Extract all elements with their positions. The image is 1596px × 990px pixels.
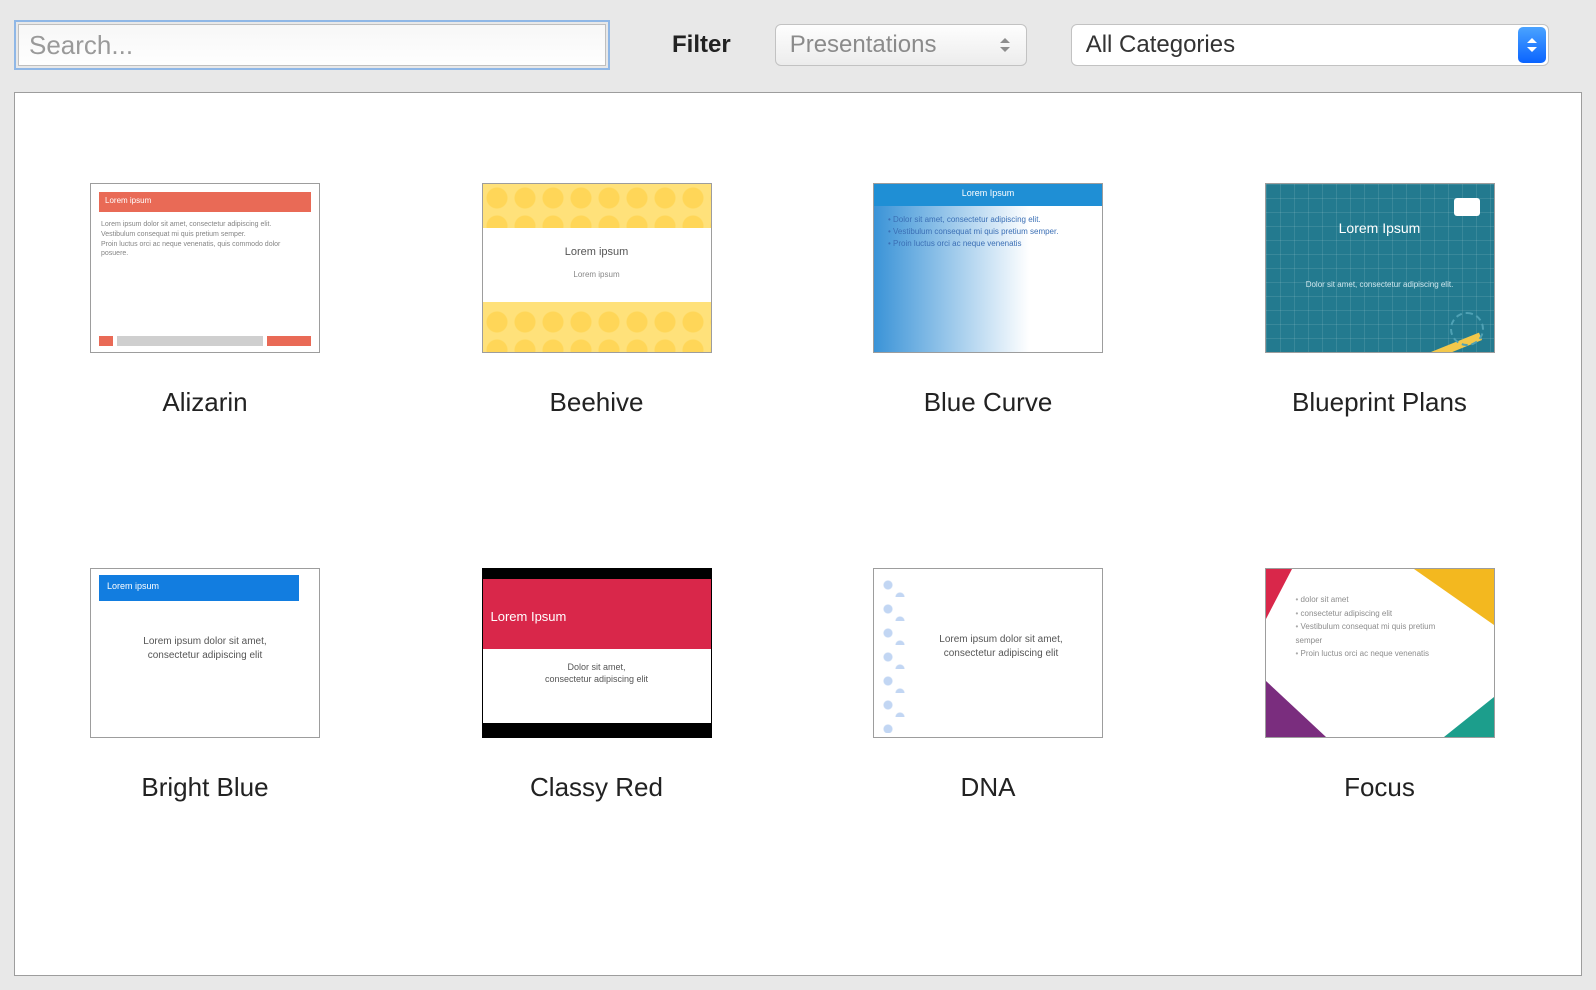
note-icon bbox=[1454, 198, 1480, 216]
template-tile-beehive[interactable]: Lorem ipsum Lorem ipsum Beehive bbox=[467, 183, 727, 418]
slide-subtitle: Lorem ipsum bbox=[483, 270, 711, 279]
template-thumbnail: Lorem Ipsum Dolor sit amet, consectetur … bbox=[482, 568, 712, 738]
template-tile-focus[interactable]: dolor sit amet consectetur adipiscing el… bbox=[1250, 568, 1510, 803]
template-thumbnail: Lorem ipsum Lorem ipsum dolor sit amet, … bbox=[90, 183, 320, 353]
slide-title: Lorem ipsum bbox=[99, 575, 299, 601]
template-tile-alizarin[interactable]: Lorem ipsum Lorem ipsum dolor sit amet, … bbox=[75, 183, 335, 418]
toolbar: Filter Presentations All Categories bbox=[0, 0, 1596, 90]
slide-body: Lorem ipsum dolor sit amet, consectetur … bbox=[91, 635, 319, 663]
template-thumbnail: Lorem Ipsum Dolor sit amet, consectetur … bbox=[1265, 183, 1495, 353]
template-label: Alizarin bbox=[75, 387, 335, 418]
gear-icon bbox=[1450, 312, 1484, 346]
template-thumbnail: Lorem ipsum dolor sit amet, consectetur … bbox=[873, 568, 1103, 738]
template-label: DNA bbox=[858, 772, 1118, 803]
slide-title: Lorem ipsum bbox=[483, 246, 711, 258]
template-tile-classyred[interactable]: Lorem Ipsum Dolor sit amet, consectetur … bbox=[467, 568, 727, 803]
slide-body: Dolor sit amet, consectetur adipiscing e… bbox=[483, 661, 711, 685]
template-label: Focus bbox=[1250, 772, 1510, 803]
filter-category-select[interactable]: All Categories bbox=[1071, 24, 1549, 66]
slide-body: Lorem ipsum dolor sit amet, consectetur … bbox=[914, 633, 1088, 661]
filter-type-select[interactable]: Presentations bbox=[775, 24, 1027, 66]
slide-title: Lorem Ipsum bbox=[874, 184, 1102, 206]
template-gallery: Lorem ipsum Lorem ipsum dolor sit amet, … bbox=[14, 92, 1582, 976]
search-input[interactable] bbox=[18, 24, 606, 66]
slide-title: Lorem Ipsum bbox=[1266, 220, 1494, 236]
slide-body: Dolor sit amet, consectetur adipiscing e… bbox=[888, 214, 1092, 250]
template-thumbnail: dolor sit amet consectetur adipiscing el… bbox=[1265, 568, 1495, 738]
template-grid: Lorem ipsum Lorem ipsum dolor sit amet, … bbox=[75, 183, 1521, 803]
template-thumbnail: Lorem ipsum Lorem ipsum dolor sit amet, … bbox=[90, 568, 320, 738]
filter-type-value: Presentations bbox=[790, 31, 937, 59]
slide-body: Lorem ipsum dolor sit amet, consectetur … bbox=[101, 220, 309, 259]
template-thumbnail: Lorem Ipsum Dolor sit amet, consectetur … bbox=[873, 183, 1103, 353]
template-tile-blueprint[interactable]: Lorem Ipsum Dolor sit amet, consectetur … bbox=[1250, 183, 1510, 418]
template-tile-brightblue[interactable]: Lorem ipsum Lorem ipsum dolor sit amet, … bbox=[75, 568, 335, 803]
filter-category-value: All Categories bbox=[1086, 31, 1235, 59]
slide-title: Lorem ipsum bbox=[99, 192, 311, 212]
template-label: Bright Blue bbox=[75, 772, 335, 803]
template-label: Blue Curve bbox=[858, 387, 1118, 418]
template-tile-bluecurve[interactable]: Lorem Ipsum Dolor sit amet, consectetur … bbox=[858, 183, 1118, 418]
template-label: Blueprint Plans bbox=[1250, 387, 1510, 418]
template-label: Beehive bbox=[467, 387, 727, 418]
template-tile-dna[interactable]: Lorem ipsum dolor sit amet, consectetur … bbox=[858, 568, 1118, 803]
template-thumbnail: Lorem ipsum Lorem ipsum bbox=[482, 183, 712, 353]
updown-icon bbox=[990, 29, 1020, 61]
template-gallery-scroll[interactable]: Lorem ipsum Lorem ipsum dolor sit amet, … bbox=[15, 93, 1581, 975]
slide-title: Lorem Ipsum bbox=[483, 579, 711, 649]
filter-label: Filter bbox=[672, 31, 731, 59]
template-label: Classy Red bbox=[467, 772, 727, 803]
slide-subtitle: Dolor sit amet, consectetur adipiscing e… bbox=[1266, 280, 1494, 289]
slide-body: dolor sit amet consectetur adipiscing el… bbox=[1296, 593, 1444, 661]
updown-icon bbox=[1518, 27, 1546, 63]
